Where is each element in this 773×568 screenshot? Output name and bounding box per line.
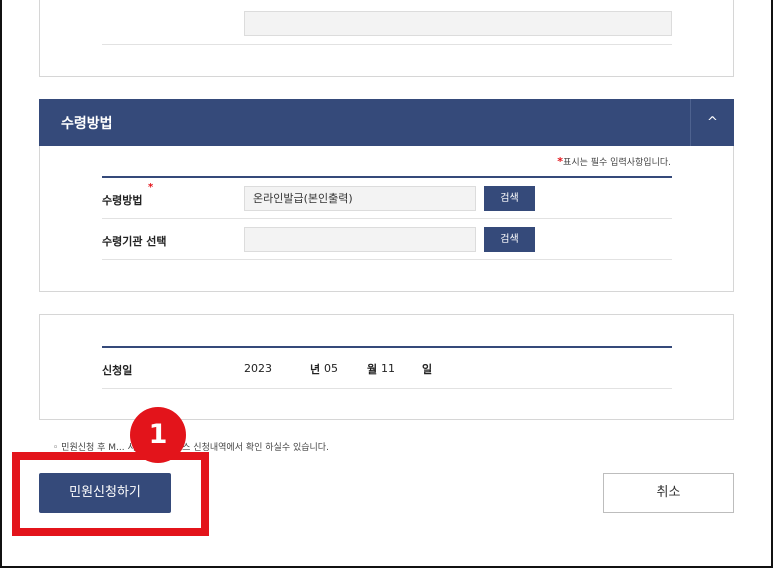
chevron-up-icon[interactable]: ^ <box>690 99 734 146</box>
year-unit: 년 <box>310 363 321 376</box>
notice-text: ◦ 민원신청 후 M... 서비스 > 서비스 신청내역에서 확인 하실수 있습… <box>53 443 329 453</box>
row-divider <box>102 388 672 389</box>
row-divider <box>102 44 672 45</box>
receive-agency-search-button[interactable]: 검색 <box>484 227 535 252</box>
month-unit: 월 <box>367 363 378 376</box>
table-top-border <box>102 346 672 348</box>
application-year: 2023 <box>244 362 272 375</box>
receive-panel-header: 수령방법 ^ <box>39 99 734 146</box>
receive-panel-title: 수령방법 <box>61 116 113 132</box>
submit-application-button[interactable]: 민원신청하기 <box>39 473 171 513</box>
receive-method-required-marker: * <box>148 182 154 193</box>
receive-agency-label: 수령기관 선택 <box>102 235 167 248</box>
application-date-label: 신청일 <box>102 364 133 377</box>
application-date-card: 신청일 2023 년 05 월 11 일 <box>39 314 734 420</box>
table-top-border <box>102 176 672 178</box>
receive-method-label: 수령방법 <box>102 194 143 207</box>
application-month: 05 <box>324 362 338 375</box>
step-number-badge: 1 <box>130 407 186 463</box>
receive-method-search-button[interactable]: 검색 <box>484 186 535 211</box>
required-note: *표시는 필수 입력사항입니다. <box>557 155 671 168</box>
day-unit: 일 <box>422 363 433 376</box>
row-divider <box>102 218 672 219</box>
required-note-text: 표시는 필수 입력사항입니다. <box>563 158 671 168</box>
previous-section-card <box>39 0 734 77</box>
receive-panel-body: *표시는 필수 입력사항입니다. 수령방법 * 온라인발급(본인출력) 검색 수… <box>39 146 734 292</box>
row-divider <box>102 259 672 260</box>
cancel-button[interactable]: 취소 <box>603 473 734 513</box>
previous-field-input[interactable] <box>244 11 672 36</box>
receive-agency-field[interactable] <box>244 227 476 252</box>
application-day: 11 <box>381 362 395 375</box>
receive-method-field[interactable]: 온라인발급(본인출력) <box>244 186 476 211</box>
